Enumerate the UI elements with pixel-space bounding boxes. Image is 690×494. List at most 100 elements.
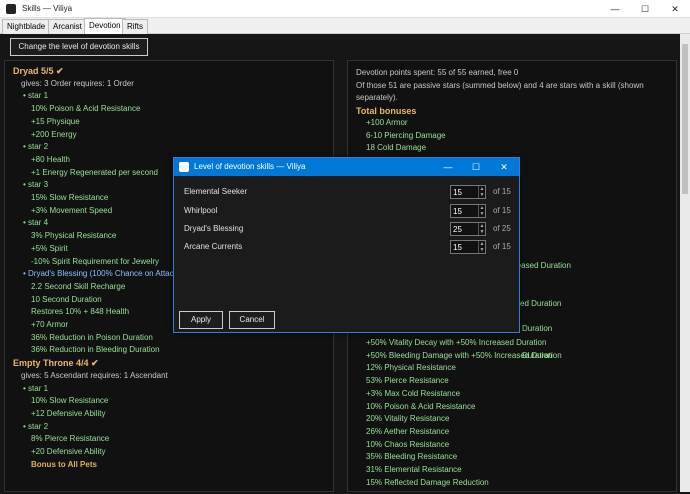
dialog-app-icon [179,162,189,172]
text-line: 10% Poison & Acid Resistance [366,401,476,411]
text-line: Devotion points spent: 55 of 55 earned, … [356,68,519,77]
skill-level-spinbox[interactable]: 25 ▲ ▼ [450,222,486,236]
text-line: ed Duration [520,299,562,308]
text-line: Bonus to All Pets [31,459,97,469]
text-line: 3% Physical Resistance [31,231,117,241]
text-line: 15% Slow Resistance [31,193,109,202]
text-line: 6-10 Piercing Damage [366,130,446,140]
text-line: Empty Throne 4/4 ✔ [13,358,99,369]
text-line: Restores 10% + 848 Health [31,307,130,317]
skill-row: Whirlpool 15 ▲ ▼ of 15 [184,204,514,218]
skill-max-level: of 15 [493,187,511,196]
window-title: Skills — Viliya [22,4,73,13]
text-line: gives: 3 Order requires: 1 Order [21,78,134,88]
skill-max-level: of 25 [493,224,511,233]
text-line: +5% Spirit [31,243,68,253]
spin-arrows[interactable]: ▲ ▼ [478,205,485,217]
text-line: +200 Energy [31,129,77,139]
skill-level-value[interactable]: 25 [453,225,462,234]
text-line: +3% Movement Speed [31,205,113,215]
text-line: 2.2 Second Skill Recharge [31,281,126,291]
devotion-levels-dialog: Level of devotion skills — Viliya — ☐ ✕ … [173,157,520,333]
text-line: • star 4 [23,218,49,228]
skill-row: Elemental Seeker 15 ▲ ▼ of 15 [184,185,514,199]
dialog-close-button[interactable]: ✕ [490,158,518,176]
scrollbar-thumb[interactable] [682,44,688,194]
skill-label: Dryad's Blessing [184,224,244,233]
text-line: 10% Chaos Resistance [366,439,450,449]
text-line: +50% Bleeding Damage with +50% Increased… [366,350,562,360]
skill-row: Dryad's Blessing 25 ▲ ▼ of 25 [184,222,514,236]
tab-nightblade[interactable]: Nightblade [2,19,51,34]
text-line: 36% Reduction in Poison Duration [31,332,153,342]
text-line: 53% Pierce Resistance [366,376,449,386]
text-line: 35% Bleeding Resistance [366,452,458,462]
text-line: 31% Elemental Resistance [366,465,462,474]
dialog-title: Level of devotion skills — Viliya [194,162,306,171]
text-line: 26% Aether Resistance [366,426,450,436]
app-icon [6,4,16,14]
text-line: • star 1 [23,383,49,393]
text-line: 10% Poison & Acid Resistance [31,104,141,114]
text-line: +15 Physique [31,116,80,126]
text-line: separately). [356,93,398,102]
text-line: +50% Vitality Decay with +50% Increased … [366,338,547,347]
text-line: 20% Vitality Resistance [366,414,450,424]
skill-level-value[interactable]: 15 [453,188,462,197]
text-line: +100 Armor [366,118,408,127]
text-line: +70 Armor [31,320,69,329]
text-line: 10% Slow Resistance [31,396,109,406]
apply-button[interactable]: Apply [179,311,223,329]
text-line: Total bonuses [356,105,417,116]
text-line: • star 2 [23,142,49,152]
spin-arrows[interactable]: ▲ ▼ [478,241,485,253]
skill-max-level: of 15 [493,206,511,215]
text-line: • star 1 [23,91,49,101]
tab-devotion[interactable]: Devotion [84,18,126,34]
close-button[interactable]: ✕ [660,0,690,18]
text-line: Of those 51 are passive stars (summed be… [356,80,644,90]
text-line: 15% Reflected Damage Reduction [366,477,489,487]
skill-level-value[interactable]: 15 [453,207,462,216]
text-line: +3% Max Cold Resistance [366,388,461,398]
text-line: +12 Defensive Ability [31,408,106,418]
text-line: gives: 5 Ascendant requires: 1 Ascendant [21,370,168,380]
text-line: 10 Second Duration [31,294,102,304]
text-line: 18 Cold Damage [366,143,427,152]
text-line: +80 Health [31,154,70,164]
skill-label: Arcane Currents [184,242,243,251]
text-line: +20 Defensive Ability [31,447,106,456]
text-line: • star 2 [23,421,49,431]
text-line: Dryad 5/5 ✔ [13,66,64,76]
change-devotion-levels-button[interactable]: Change the level of devotion skills [10,38,148,56]
skill-label: Whirlpool [184,206,218,215]
tab-arcanist[interactable]: Arcanist [48,19,87,34]
maximize-button[interactable]: ☐ [630,0,660,18]
skill-row: Arcane Currents 15 ▲ ▼ of 15 [184,240,514,254]
tab-bar: Nightblade Arcanist Devotion Rifts [0,18,690,34]
skill-max-level: of 15 [493,242,511,251]
skill-level-spinbox[interactable]: 15 ▲ ▼ [450,204,486,218]
text-line: • Dryad's Blessing (100% Chance on Attac… [23,269,181,279]
text-line: 36% Reduction in Bleeding Duration [31,345,160,355]
skill-level-value[interactable]: 15 [453,243,462,252]
cancel-button[interactable]: Cancel [229,311,275,329]
minimize-button[interactable]: — [600,0,630,18]
skill-level-spinbox[interactable]: 15 ▲ ▼ [450,240,486,254]
text-line: -10% Spirit Requirement for Jewelry [31,256,160,266]
skill-level-spinbox[interactable]: 15 ▲ ▼ [450,185,486,199]
spin-arrows[interactable]: ▲ ▼ [478,186,485,198]
dialog-title-bar: Level of devotion skills — Viliya — ☐ ✕ [174,158,519,176]
text-line: • star 3 [23,180,49,190]
title-bar: Skills — Viliya — ☐ ✕ [0,0,690,18]
text-line: +1 Energy Regenerated per second [31,167,158,177]
skill-label: Elemental Seeker [184,187,248,196]
tab-rifts[interactable]: Rifts [122,19,148,34]
scrollbar[interactable] [680,34,690,492]
dialog-minimize-button[interactable]: — [434,158,462,176]
text-line: 12% Physical Resistance [366,363,456,373]
dialog-maximize-button[interactable]: ☐ [462,158,490,176]
text-line: Duration [522,324,553,333]
text-line: 8% Pierce Resistance [31,434,110,444]
spin-arrows[interactable]: ▲ ▼ [478,223,485,235]
